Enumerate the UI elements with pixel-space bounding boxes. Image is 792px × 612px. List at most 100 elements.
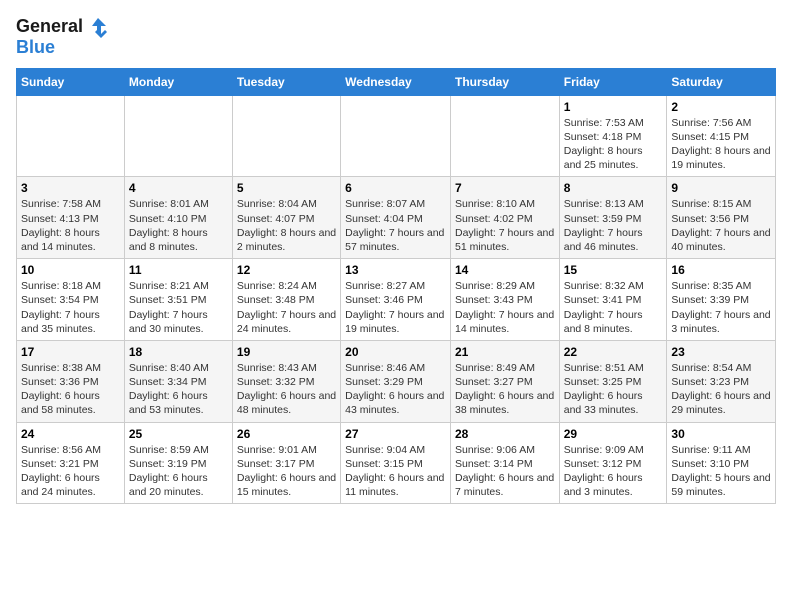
- day-number: 9: [671, 181, 771, 195]
- day-number: 10: [21, 263, 120, 277]
- day-of-week-header: Friday: [559, 68, 667, 95]
- day-of-week-header: Wednesday: [341, 68, 451, 95]
- day-of-week-header: Thursday: [450, 68, 559, 95]
- calendar-cell: [17, 95, 125, 177]
- day-number: 27: [345, 427, 446, 441]
- day-number: 14: [455, 263, 555, 277]
- day-info: Sunrise: 8:18 AMSunset: 3:54 PMDaylight:…: [21, 279, 120, 336]
- calendar-cell: 22Sunrise: 8:51 AMSunset: 3:25 PMDayligh…: [559, 340, 667, 422]
- calendar-cell: 6 Sunrise: 8:07 AMSunset: 4:04 PMDaylight…: [341, 177, 451, 259]
- day-number: 1: [564, 100, 663, 114]
- day-number: 15: [564, 263, 663, 277]
- day-info: Sunrise: 8:46 AMSunset: 3:29 PMDaylight:…: [345, 361, 446, 418]
- calendar: SundayMondayTuesdayWednesdayThursdayFrid…: [16, 68, 776, 504]
- day-of-week-header: Saturday: [667, 68, 776, 95]
- day-number: 16: [671, 263, 771, 277]
- day-number: 4: [129, 181, 228, 195]
- logo-text: General Blue: [16, 16, 108, 58]
- day-number: 29: [564, 427, 663, 441]
- calendar-cell: 11 Sunrise: 8:21 AMSunset: 3:51 PMDayligh…: [124, 259, 232, 341]
- day-info: Sunrise: 8:43 AMSunset: 3:32 PMDaylight:…: [237, 361, 336, 418]
- day-number: 6: [345, 181, 446, 195]
- day-info: Sunrise: 8:24 AMSunset: 3:48 PMDaylight:…: [237, 279, 336, 336]
- header: General Blue: [16, 16, 776, 58]
- calendar-cell: 16 Sunrise: 8:35 AMSunset: 3:39 PMDayligh…: [667, 259, 776, 341]
- day-info: Sunrise: 8:35 AMSunset: 3:39 PMDaylight:…: [671, 279, 771, 336]
- calendar-cell: [232, 95, 340, 177]
- calendar-cell: 5 Sunrise: 8:04 AMSunset: 4:07 PMDaylight…: [232, 177, 340, 259]
- day-info: Sunrise: 8:13 AMSunset: 3:59 PMDaylight:…: [564, 197, 663, 254]
- day-number: 25: [129, 427, 228, 441]
- day-info: Sunrise: 8:27 AMSunset: 3:46 PMDaylight:…: [345, 279, 446, 336]
- calendar-cell: 23 Sunrise: 8:54 AMSunset: 3:23 PMDayligh…: [667, 340, 776, 422]
- calendar-cell: 27 Sunrise: 9:04 AMSunset: 3:15 PMDayligh…: [341, 422, 451, 504]
- day-info: Sunrise: 8:40 AMSunset: 3:34 PMDaylight:…: [129, 361, 228, 418]
- calendar-cell: 12 Sunrise: 8:24 AMSunset: 3:48 PMDayligh…: [232, 259, 340, 341]
- calendar-cell: 17 Sunrise: 8:38 AMSunset: 3:36 PMDayligh…: [17, 340, 125, 422]
- calendar-cell: 8 Sunrise: 8:13 AMSunset: 3:59 PMDaylight…: [559, 177, 667, 259]
- calendar-cell: 21 Sunrise: 8:49 AMSunset: 3:27 PMDayligh…: [450, 340, 559, 422]
- day-number: 19: [237, 345, 336, 359]
- calendar-cell: 29 Sunrise: 9:09 AMSunset: 3:12 PMDayligh…: [559, 422, 667, 504]
- calendar-cell: [450, 95, 559, 177]
- calendar-cell: 24 Sunrise: 8:56 AMSunset: 3:21 PMDayligh…: [17, 422, 125, 504]
- day-number: 17: [21, 345, 120, 359]
- calendar-cell: 7Sunrise: 8:10 AMSunset: 4:02 PMDaylight…: [450, 177, 559, 259]
- day-info: Sunrise: 8:04 AMSunset: 4:07 PMDaylight:…: [237, 197, 336, 254]
- day-info: Sunrise: 8:01 AMSunset: 4:10 PMDaylight:…: [129, 197, 228, 254]
- day-info: Sunrise: 9:01 AMSunset: 3:17 PMDaylight:…: [237, 443, 336, 500]
- day-number: 3: [21, 181, 120, 195]
- calendar-cell: 14 Sunrise: 8:29 AMSunset: 3:43 PMDayligh…: [450, 259, 559, 341]
- day-info: Sunrise: 8:54 AMSunset: 3:23 PMDaylight:…: [671, 361, 771, 418]
- day-info: Sunrise: 8:56 AMSunset: 3:21 PMDaylight:…: [21, 443, 120, 500]
- day-number: 21: [455, 345, 555, 359]
- calendar-cell: 2Sunrise: 7:56 AMSunset: 4:15 PMDaylight…: [667, 95, 776, 177]
- day-number: 20: [345, 345, 446, 359]
- logo: General Blue: [16, 16, 108, 58]
- calendar-cell: 1 Sunrise: 7:53 AMSunset: 4:18 PMDaylight…: [559, 95, 667, 177]
- calendar-cell: 4 Sunrise: 8:01 AMSunset: 4:10 PMDaylight…: [124, 177, 232, 259]
- calendar-cell: 25 Sunrise: 8:59 AMSunset: 3:19 PMDayligh…: [124, 422, 232, 504]
- day-info: Sunrise: 8:59 AMSunset: 3:19 PMDaylight:…: [129, 443, 228, 500]
- day-number: 2: [671, 100, 771, 114]
- calendar-cell: 26 Sunrise: 9:01 AMSunset: 3:17 PMDayligh…: [232, 422, 340, 504]
- day-info: Sunrise: 8:32 AMSunset: 3:41 PMDaylight:…: [564, 279, 663, 336]
- day-info: Sunrise: 7:58 AMSunset: 4:13 PMDaylight:…: [21, 197, 120, 254]
- calendar-cell: 19 Sunrise: 8:43 AMSunset: 3:32 PMDayligh…: [232, 340, 340, 422]
- day-number: 12: [237, 263, 336, 277]
- calendar-cell: [341, 95, 451, 177]
- day-info: Sunrise: 8:15 AMSunset: 3:56 PMDaylight:…: [671, 197, 771, 254]
- day-info: Sunrise: 9:09 AMSunset: 3:12 PMDaylight:…: [564, 443, 663, 500]
- day-number: 28: [455, 427, 555, 441]
- day-number: 18: [129, 345, 228, 359]
- day-info: Sunrise: 8:29 AMSunset: 3:43 PMDaylight:…: [455, 279, 555, 336]
- day-info: Sunrise: 8:10 AMSunset: 4:02 PMDaylight:…: [455, 197, 555, 254]
- day-of-week-header: Sunday: [17, 68, 125, 95]
- day-info: Sunrise: 8:38 AMSunset: 3:36 PMDaylight:…: [21, 361, 120, 418]
- day-info: Sunrise: 9:04 AMSunset: 3:15 PMDaylight:…: [345, 443, 446, 500]
- calendar-cell: 3 Sunrise: 7:58 AMSunset: 4:13 PMDaylight…: [17, 177, 125, 259]
- day-number: 13: [345, 263, 446, 277]
- day-number: 11: [129, 263, 228, 277]
- day-info: Sunrise: 7:53 AMSunset: 4:18 PMDaylight:…: [564, 116, 663, 173]
- calendar-cell: 20 Sunrise: 8:46 AMSunset: 3:29 PMDayligh…: [341, 340, 451, 422]
- day-number: 24: [21, 427, 120, 441]
- calendar-cell: 30Sunrise: 9:11 AMSunset: 3:10 PMDayligh…: [667, 422, 776, 504]
- calendar-cell: 10 Sunrise: 8:18 AMSunset: 3:54 PMDayligh…: [17, 259, 125, 341]
- day-number: 23: [671, 345, 771, 359]
- day-info: Sunrise: 8:07 AMSunset: 4:04 PMDaylight:…: [345, 197, 446, 254]
- day-number: 30: [671, 427, 771, 441]
- day-number: 22: [564, 345, 663, 359]
- calendar-cell: 15 Sunrise: 8:32 AMSunset: 3:41 PMDayligh…: [559, 259, 667, 341]
- day-of-week-header: Monday: [124, 68, 232, 95]
- calendar-cell: 9 Sunrise: 8:15 AMSunset: 3:56 PMDaylight…: [667, 177, 776, 259]
- day-info: Sunrise: 8:49 AMSunset: 3:27 PMDaylight:…: [455, 361, 555, 418]
- calendar-cell: [124, 95, 232, 177]
- day-info: Sunrise: 9:06 AMSunset: 3:14 PMDaylight:…: [455, 443, 555, 500]
- logo-general: General: [16, 17, 83, 37]
- calendar-cell: 13 Sunrise: 8:27 AMSunset: 3:46 PMDayligh…: [341, 259, 451, 341]
- day-number: 5: [237, 181, 336, 195]
- day-number: 8: [564, 181, 663, 195]
- day-info: Sunrise: 8:21 AMSunset: 3:51 PMDaylight:…: [129, 279, 228, 336]
- day-number: 26: [237, 427, 336, 441]
